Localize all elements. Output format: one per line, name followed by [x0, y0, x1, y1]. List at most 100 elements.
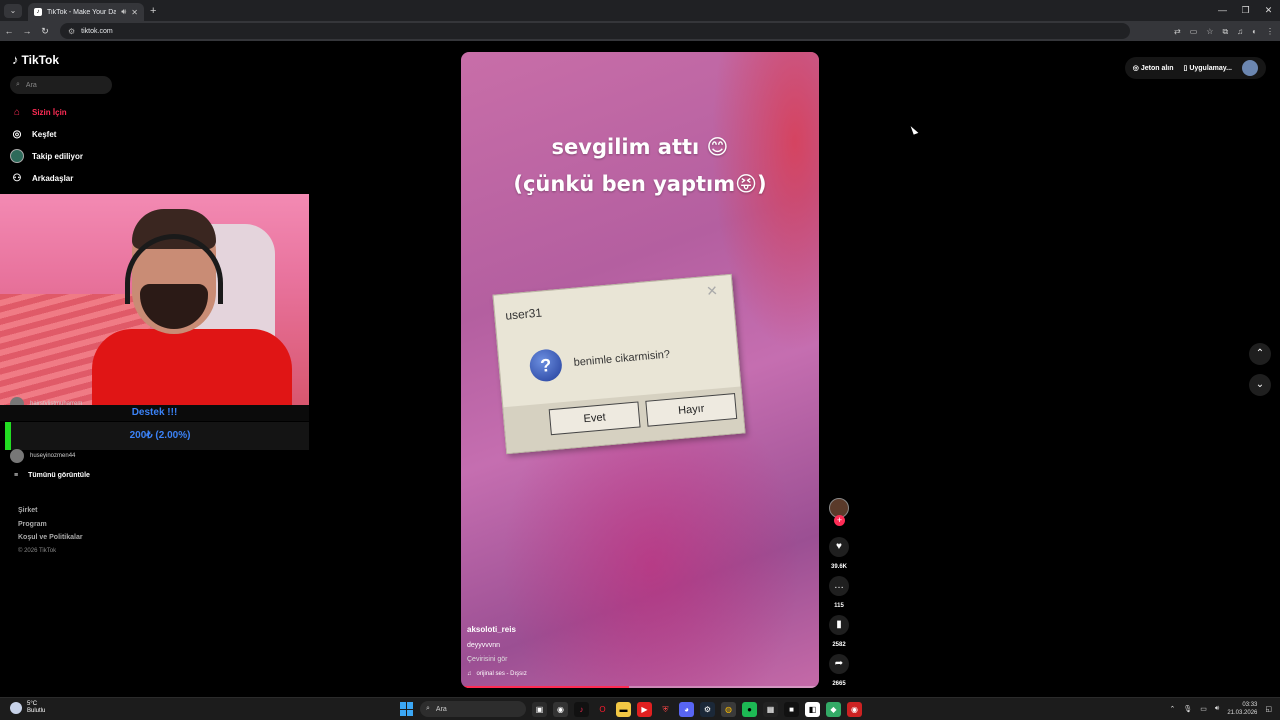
url-text: tiktok.com: [81, 27, 113, 35]
footer-link-terms[interactable]: Koşul ve Politikalar: [18, 531, 83, 545]
share-count: 2665: [832, 681, 846, 687]
share-icon[interactable]: ➦: [829, 654, 849, 674]
get-coins-button[interactable]: ◎ Jeton alın: [1133, 64, 1174, 72]
app-icon[interactable]: ●: [742, 701, 757, 717]
nav-explore[interactable]: ◎ Keşfet: [10, 127, 57, 141]
cast-icon[interactable]: ▭: [1190, 27, 1198, 36]
follow-plus-icon[interactable]: +: [834, 515, 845, 526]
browser-tab[interactable]: ♪ TikTok - Make Your Day 🔊︎ ✕: [28, 3, 144, 21]
search-input[interactable]: ⌕ Ara: [10, 76, 112, 94]
webcam-shirt: [92, 329, 292, 405]
window-controls: — ❐ ✕: [1211, 0, 1280, 21]
search-icon: ⌕: [16, 81, 20, 88]
music-icon: ♫: [467, 671, 472, 677]
weather-widget[interactable]: 5°C Bulutlu: [10, 701, 45, 715]
translate-icon[interactable]: ⇄: [1174, 27, 1181, 36]
avatar: [10, 449, 24, 463]
steam-icon[interactable]: ⚙: [700, 701, 715, 717]
url-field[interactable]: ⚙ tiktok.com: [60, 23, 1130, 39]
video-description: deyyvvvnn: [467, 642, 501, 649]
tiktok-favicon: ♪: [34, 8, 42, 16]
new-tab-icon[interactable]: +: [150, 5, 156, 17]
network-icon[interactable]: ▭: [1200, 705, 1207, 713]
video-author[interactable]: aksoloti_reis: [467, 625, 516, 634]
footer-link-program[interactable]: Program: [18, 518, 83, 532]
video-progress-fill: [461, 686, 630, 688]
youtube-icon[interactable]: ▶: [637, 701, 652, 717]
shield-icon[interactable]: ⛨: [658, 702, 673, 717]
close-tab-icon[interactable]: ✕: [131, 8, 138, 17]
video-player[interactable]: sevgilim attı 😊 (çünkü ben yaptım😝) user…: [461, 52, 819, 688]
see-all-link[interactable]: ≡ Tümünü görüntüle: [14, 472, 90, 479]
extensions-icon[interactable]: ⧉: [1222, 27, 1228, 37]
translate-link[interactable]: Çevirisini gör: [467, 656, 507, 663]
comment-count: 115: [834, 603, 844, 609]
task-view-icon[interactable]: ▣: [532, 701, 547, 717]
media-icon[interactable]: ♫: [1237, 27, 1243, 36]
dialog-close-icon: ✕: [705, 282, 719, 300]
taskbar-search-label: Ara: [435, 705, 447, 713]
mouse-cursor: [910, 124, 919, 135]
chevron-up-icon[interactable]: ⌃: [1170, 705, 1176, 713]
discord-icon[interactable]: ◕: [679, 701, 694, 717]
coin-icon: ◎: [1132, 65, 1141, 72]
back-icon[interactable]: ←: [0, 26, 18, 36]
app-icon[interactable]: ■: [784, 701, 799, 717]
bookmark-icon[interactable]: ▮: [829, 615, 849, 635]
profile-icon[interactable]: ◐: [1252, 27, 1257, 36]
like-action[interactable]: ♥ 39.6K: [828, 537, 850, 570]
opera-icon[interactable]: O: [595, 702, 610, 717]
start-icon[interactable]: [400, 702, 414, 716]
menu-icon[interactable]: ⋮: [1266, 27, 1274, 36]
app-icon[interactable]: ◧: [805, 701, 820, 717]
copyright: © 2026 TikTok: [18, 547, 57, 554]
nav-following[interactable]: Takip ediliyor: [10, 149, 83, 163]
taskbar-search[interactable]: ⌕ Ara: [420, 701, 526, 717]
tab-list-button[interactable]: ⌄: [4, 3, 22, 18]
save-action[interactable]: ▮ 2582: [828, 615, 850, 648]
profile-avatar[interactable]: [1242, 60, 1258, 76]
bookmark-star-icon[interactable]: ☆: [1206, 27, 1213, 36]
chrome-icon[interactable]: ◍: [721, 701, 736, 717]
site-info-icon[interactable]: ⚙: [68, 27, 75, 36]
comment-action[interactable]: … 115: [828, 576, 850, 609]
footer-link-company[interactable]: Şirket: [18, 504, 83, 518]
cloud-icon: [10, 702, 22, 714]
see-all-label: Tümünü görüntüle: [28, 472, 90, 479]
maximize-icon[interactable]: ❐: [1234, 0, 1257, 21]
nav-label: Takip ediliyor: [32, 151, 83, 161]
comment-icon[interactable]: …: [829, 576, 849, 596]
account-handle: huseyinozmen44: [30, 452, 76, 459]
suggested-account[interactable]: huseyinozmen44: [10, 449, 75, 463]
close-window-icon[interactable]: ✕: [1257, 0, 1280, 21]
nav-for-you[interactable]: ⌂ Sizin İçin: [10, 105, 67, 119]
previous-video-button[interactable]: ⌃: [1249, 343, 1271, 365]
mic-icon[interactable]: 🎙︎: [1183, 705, 1192, 713]
volume-icon[interactable]: 🔊︎: [1215, 705, 1219, 713]
app-icon[interactable]: ◆: [826, 701, 841, 717]
donation-amount: 200₺ (2.00%): [5, 422, 309, 450]
save-count: 2582: [832, 642, 846, 648]
heart-icon[interactable]: ♥: [829, 537, 849, 557]
app-icon[interactable]: ▦: [763, 701, 778, 717]
github-icon[interactable]: ◉: [553, 701, 568, 717]
forward-icon[interactable]: →: [18, 26, 36, 36]
nav-friends[interactable]: ⚇ Arkadaşlar: [10, 171, 74, 185]
next-video-button[interactable]: ⌄: [1249, 374, 1271, 396]
tiktok-app-icon[interactable]: ♪: [574, 701, 589, 717]
nav-label: Arkadaşlar: [32, 173, 74, 183]
folder-icon[interactable]: ▬: [616, 701, 631, 717]
get-app-button[interactable]: ▯ Uygulamay...: [1184, 64, 1232, 72]
app-icon[interactable]: ◉: [847, 701, 862, 717]
tiktok-logo[interactable]: ♪ TikTok: [12, 52, 59, 67]
nav-label: Sizin İçin: [32, 107, 67, 117]
clock[interactable]: 03:33 21.03.2026: [1227, 701, 1257, 717]
video-sound[interactable]: ♫ orijinal ses - Dışsız: [467, 671, 527, 677]
minimize-icon[interactable]: —: [1211, 0, 1234, 21]
share-action[interactable]: ➦ 2665: [828, 654, 850, 687]
reload-icon[interactable]: ↻: [36, 26, 54, 37]
video-progress[interactable]: [461, 686, 819, 688]
tab-title: TikTok - Make Your Day: [47, 8, 117, 16]
notification-icon[interactable]: ◱: [1265, 705, 1272, 713]
speaker-icon[interactable]: 🔊︎: [121, 7, 126, 17]
